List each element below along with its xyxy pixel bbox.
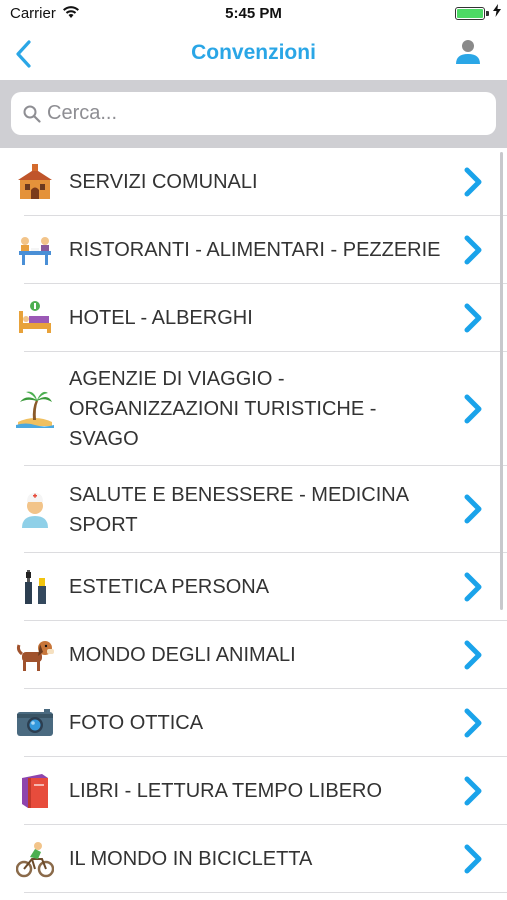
chevron-right-icon [464, 235, 482, 265]
battery-icon [455, 7, 489, 20]
separator [24, 892, 507, 893]
chevron-right-icon [464, 494, 482, 524]
chevron-right-icon [464, 394, 482, 424]
restaurant-icon [19, 237, 51, 265]
list-item-label: SERVIZI COMUNALI [69, 171, 258, 193]
list-item[interactable]: LIBRI - LETTURA TEMPO LIBERO [0, 757, 507, 825]
search-bar-container [0, 80, 507, 148]
search-icon [23, 105, 41, 123]
cyclist-icon [16, 842, 54, 878]
charging-icon [493, 4, 501, 17]
doctor-icon [22, 493, 48, 528]
list-item[interactable]: RISTORANTI - ALIMENTARI - PEZZERIE [0, 216, 507, 284]
hotel-bed-icon [19, 301, 51, 333]
list-item[interactable]: MONDO DEGLI ANIMALI [0, 621, 507, 689]
search-box[interactable] [11, 92, 496, 135]
clock: 5:45 PM [225, 5, 282, 22]
list-item-label: SALUTE E BENESSERE - MEDICINA SPORT [69, 483, 408, 536]
palm-island-icon [16, 391, 54, 428]
town-hall-icon [18, 164, 52, 199]
scroll-indicator[interactable] [500, 152, 503, 610]
navigation-bar: Convenzioni [0, 28, 507, 80]
list-item-label: FOTO OTTICA [69, 712, 204, 734]
list-item-label: MONDO DEGLI ANIMALI [69, 644, 296, 666]
list-item[interactable]: ESTETICA PERSONA [0, 553, 507, 621]
list-item-label: ESTETICA PERSONA [69, 576, 270, 598]
status-bar: Carrier 5:45 PM [0, 0, 507, 28]
mascara-icon [25, 570, 46, 604]
book-icon [22, 774, 48, 808]
dog-icon [16, 641, 54, 671]
list-item[interactable]: AGENZIE DI VIAGGIO - ORGANIZZAZIONI TURI… [0, 352, 507, 466]
list-item[interactable]: IL MONDO IN BICICLETTA [0, 825, 507, 893]
list-item-label: AGENZIE DI VIAGGIO - ORGANIZZAZIONI TURI… [69, 368, 377, 450]
search-input[interactable] [47, 92, 477, 135]
list-item-label: LIBRI - LETTURA TEMPO LIBERO [69, 780, 383, 802]
chevron-right-icon [464, 167, 482, 197]
chevron-right-icon [464, 708, 482, 738]
list-item-label: HOTEL - ALBERGHI [69, 307, 253, 329]
user-icon[interactable] [455, 38, 481, 66]
list-item-label: RISTORANTI - ALIMENTARI - PEZZERIE [69, 239, 441, 261]
list-item[interactable]: SERVIZI COMUNALI [0, 148, 507, 216]
list-item[interactable]: HOTEL - ALBERGHI [0, 284, 507, 352]
chevron-right-icon [464, 640, 482, 670]
list-item[interactable]: SALUTE E BENESSERE - MEDICINA SPORT [0, 466, 507, 553]
chevron-right-icon [464, 776, 482, 806]
chevron-right-icon [464, 572, 482, 602]
page-title: Convenzioni [191, 41, 316, 64]
category-list: SERVIZI COMUNALI RISTORANTI - ALIMENTARI… [0, 148, 507, 893]
camera-icon [17, 709, 53, 736]
list-item-label: IL MONDO IN BICICLETTA [69, 848, 313, 870]
chevron-right-icon [464, 303, 482, 333]
list-item[interactable]: FOTO OTTICA [0, 689, 507, 757]
chevron-right-icon [464, 844, 482, 874]
